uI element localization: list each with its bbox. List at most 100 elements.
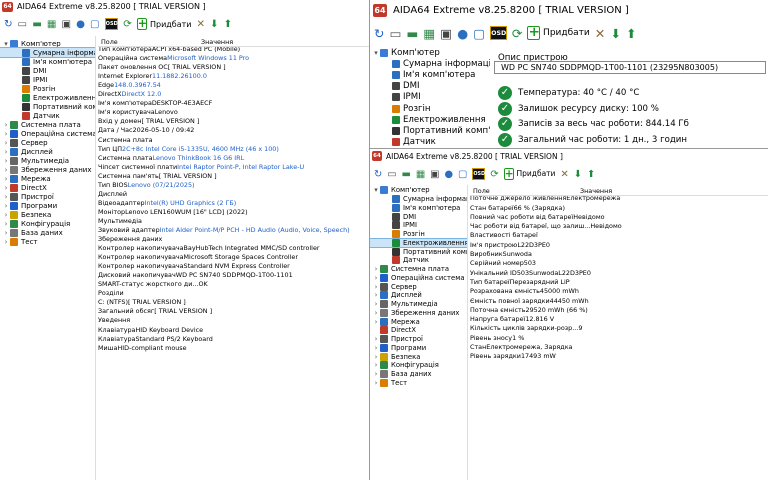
tree-expander[interactable]: › xyxy=(372,353,380,361)
tree-item[interactable]: › Збереження даних xyxy=(0,165,94,174)
table-row[interactable]: Розрахована ємність45000 mWh xyxy=(470,287,768,296)
up-arrow-icon[interactable]: ⬆ xyxy=(224,19,233,30)
field-value[interactable]: Lenovo ThinkBook 16 G6 IRL xyxy=(153,154,245,162)
tree-item[interactable]: ▾ Комп'ютер xyxy=(370,47,443,58)
tree-item[interactable]: › Пристрої xyxy=(370,335,426,344)
field-value[interactable]: Intel Alder Point-M/P PCH - HD Audio (Au… xyxy=(160,226,350,234)
tree-item[interactable]: Електроживлення xyxy=(0,93,95,102)
tree-item[interactable]: › Дисплей xyxy=(0,147,56,156)
table-row[interactable]: Звуковий адаптерIntel Alder Point-M/P PC… xyxy=(98,226,369,235)
table-row[interactable]: Дисковий накопичувачWD PC SN740 SDDPMQD-… xyxy=(98,271,369,280)
tree-item[interactable]: Датчик xyxy=(370,256,432,265)
table-row[interactable]: Рівень зарядки17493 mW xyxy=(470,352,768,361)
table-row[interactable]: Ім'я комп'ютераDESKTOP-4E3AECF xyxy=(98,99,369,108)
screen-icon[interactable]: ▢ xyxy=(90,19,100,30)
tree-expander[interactable]: › xyxy=(372,344,380,352)
table-row[interactable]: Ємність повної зарядки44450 mWh xyxy=(470,297,768,306)
tree-item[interactable]: Ім'я комп'ютера xyxy=(370,203,463,213)
add-button[interactable]: + Придбати xyxy=(503,168,555,180)
tree-item[interactable]: › Системна плата xyxy=(370,265,452,274)
tree-item[interactable]: Датчик xyxy=(370,137,439,148)
tools-icon[interactable]: ✕ xyxy=(197,19,206,30)
memory-icon[interactable]: ▬ xyxy=(406,26,418,41)
tree-item[interactable]: Електроживлення xyxy=(370,114,489,125)
table-row[interactable]: Чіпсет системної платиIntel Raptor Point… xyxy=(98,163,369,172)
tree-expander[interactable]: › xyxy=(2,121,10,129)
report-icon[interactable]: ▭ xyxy=(390,26,402,41)
tree-item[interactable]: Ім'я комп'ютера xyxy=(0,57,95,66)
header-value[interactable]: Значення xyxy=(201,38,233,46)
memory-icon[interactable]: ▬ xyxy=(32,19,42,30)
tree-expander[interactable]: ▾ xyxy=(372,186,380,194)
tree-expander[interactable]: › xyxy=(2,139,10,147)
chip-icon[interactable]: ▣ xyxy=(440,26,452,41)
tree-item[interactable]: › База даних xyxy=(0,228,66,237)
table-row[interactable]: Контролер накопичувачаBayHubTech Integra… xyxy=(98,244,369,253)
user-icon[interactable]: ● xyxy=(457,26,468,41)
chip-icon[interactable]: ▣ xyxy=(61,19,71,30)
table-row[interactable]: Стан батареї66 % (Зарядка) xyxy=(470,204,768,213)
table-row[interactable]: КлавіатураHID Keyboard Device xyxy=(98,326,369,335)
tree-item[interactable]: › Мультимедіа xyxy=(0,156,72,165)
tree-item[interactable]: DMI xyxy=(370,81,423,92)
update-icon[interactable]: ⟳ xyxy=(490,169,498,180)
tree-item[interactable]: › Тест xyxy=(370,378,410,388)
table-row[interactable]: Вхід у домен[ TRIAL VERSION ] xyxy=(98,117,369,126)
tree-item[interactable]: › Пристрої xyxy=(0,192,57,201)
report-icon[interactable]: ▭ xyxy=(18,19,28,30)
field-value[interactable]: 148.0.3967.54 xyxy=(114,81,161,89)
table-row[interactable]: Edge148.0.3967.54 xyxy=(98,81,369,90)
header-field[interactable]: Поле xyxy=(101,38,118,46)
tree-expander[interactable]: › xyxy=(2,202,10,210)
tree-item[interactable]: Датчик xyxy=(0,111,63,120)
tree-item[interactable]: Ім'я комп'ютера xyxy=(370,69,478,80)
tree-item[interactable]: DirectX xyxy=(370,326,419,335)
tree-expander[interactable]: › xyxy=(372,361,380,369)
tree-expander[interactable]: › xyxy=(372,300,380,308)
table-row[interactable]: C: (NTFS)[ TRIAL VERSION ] xyxy=(98,298,369,307)
tree-item[interactable]: › Сервер xyxy=(370,282,420,291)
tree-expander[interactable]: › xyxy=(2,211,10,219)
table-row[interactable]: ВідеоадаптерIntel(R) UHD Graphics (2 ГБ) xyxy=(98,199,369,208)
header-value[interactable]: Значення xyxy=(580,187,612,195)
tree-item[interactable]: › DirectX xyxy=(0,183,50,192)
tree-item[interactable]: › База даних xyxy=(370,370,435,379)
table-row[interactable]: МоніторLenovo LEN160WUM [16" LCD] (2022) xyxy=(98,208,369,217)
down-arrow-icon[interactable]: ⬇ xyxy=(574,169,582,180)
tree-item[interactable]: ▾ Комп'ютер xyxy=(0,39,64,48)
up-arrow-icon[interactable]: ⬆ xyxy=(626,26,637,41)
update-icon[interactable]: ⟳ xyxy=(512,26,523,41)
tree-item[interactable]: › Тест xyxy=(0,237,41,246)
motherboard-icon[interactable]: ▦ xyxy=(423,26,435,41)
tree-item[interactable]: › Мережа xyxy=(370,317,423,326)
table-row[interactable]: Кількість циклів зарядки-розр...9 xyxy=(470,324,768,333)
tree-expander[interactable]: › xyxy=(2,184,10,192)
tools-icon[interactable]: ✕ xyxy=(560,169,568,180)
table-row[interactable]: Дата / Час2026-05-10 / 09:42 xyxy=(98,126,369,135)
tree-expander[interactable]: › xyxy=(372,335,380,343)
tree-item[interactable]: Розгін xyxy=(370,103,434,114)
table-row[interactable]: Системна платаLenovo ThinkBook 16 G6 IRL xyxy=(98,154,369,163)
tree-expander[interactable]: ▾ xyxy=(2,40,10,48)
field-value[interactable]: Intel Raptor Point-P, Intel Raptor Lake-… xyxy=(177,163,304,171)
table-row[interactable]: Поточна ємність29520 mWh (66 %) xyxy=(470,306,768,315)
up-arrow-icon[interactable]: ⬆ xyxy=(587,169,595,180)
motherboard-icon[interactable]: ▦ xyxy=(47,19,57,30)
table-row[interactable]: Ім'я пристроюL22D3PE0 xyxy=(470,241,768,250)
table-row[interactable]: Контролер накопичувачаStandard NVM Expre… xyxy=(98,262,369,271)
table-row[interactable]: Системна пам'ять[ TRIAL VERSION ] xyxy=(98,172,369,181)
tree-item[interactable]: Електроживлення xyxy=(370,237,467,249)
tree-expander[interactable]: › xyxy=(2,166,10,174)
tree-expander[interactable]: › xyxy=(2,175,10,183)
field-value[interactable]: 11.1882.26100.0 xyxy=(152,72,207,80)
tree-item[interactable]: › Безпека xyxy=(370,352,423,361)
tree-item[interactable]: Сумарна інформація xyxy=(370,58,490,69)
table-row[interactable]: Повний час роботи від батареїНевідомо xyxy=(470,213,768,222)
down-arrow-icon[interactable]: ⬇ xyxy=(210,19,219,30)
tree-item[interactable]: › Конфігурація xyxy=(0,219,73,228)
add-button[interactable]: + Придбати xyxy=(136,18,192,30)
tree-item[interactable]: Портативний комп'ютер xyxy=(370,247,467,256)
table-row[interactable]: Серійний номер503 xyxy=(470,259,768,268)
screen-icon[interactable]: ▢ xyxy=(473,26,485,41)
tree-expander[interactable]: › xyxy=(2,157,10,165)
